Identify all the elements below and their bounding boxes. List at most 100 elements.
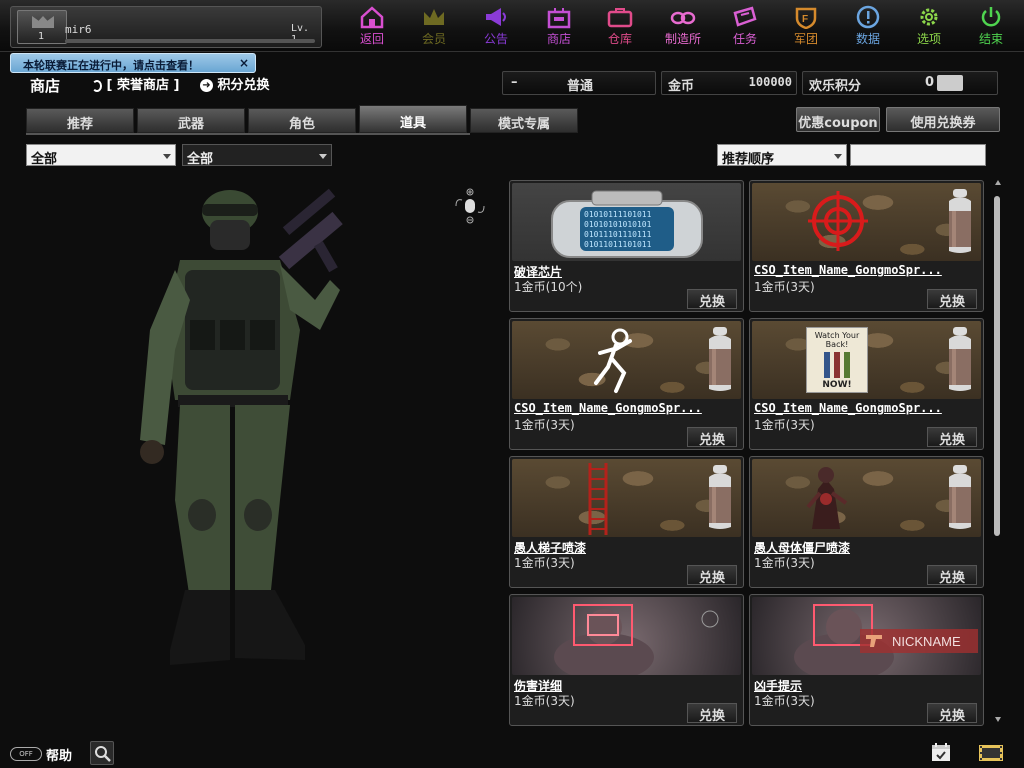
close-icon[interactable]: × — [239, 56, 249, 70]
bottom-bar — [0, 740, 1024, 768]
search-icon[interactable] — [90, 741, 114, 765]
nav-vip[interactable]: 会员 — [405, 5, 463, 49]
nav-notice[interactable]: 公告 — [467, 5, 525, 49]
exchange-button[interactable]: 兑换 — [927, 289, 977, 310]
spray-can-icon — [949, 465, 971, 529]
gear-icon — [916, 5, 942, 29]
points-exchange-link[interactable]: ➜ 积分兑换 — [200, 74, 270, 93]
honor-shop-link[interactable]: [ 荣誉商店 ] — [92, 74, 179, 93]
nav-label: 商店 — [546, 32, 571, 46]
use-voucher-button[interactable]: 使用兑换券 — [886, 107, 1000, 132]
item-card[interactable]: Watch Your Back! NOW! CSO_Item_Name_Gong… — [749, 318, 984, 450]
exchange-button[interactable]: 兑换 — [687, 427, 737, 448]
item-price: 1金币(3天) — [754, 418, 815, 432]
league-notice-tooltip[interactable]: 本轮联赛正在进行中，请点击查看！ × — [10, 53, 256, 73]
fun-points-display: 欢乐积分 0 — [802, 71, 998, 95]
nav-clan[interactable]: F 军团 — [777, 5, 835, 49]
spray-can-icon — [709, 465, 731, 529]
wallet-icon[interactable] — [937, 75, 963, 91]
calendar-icon[interactable] — [930, 741, 952, 763]
nav-data[interactable]: 数据 — [839, 5, 897, 49]
chip-code-line: 01010111101011 — [584, 210, 652, 219]
item-price: 1金币(3天) — [754, 556, 815, 570]
rotate-control-icon[interactable] — [452, 188, 488, 224]
item-name[interactable]: CSO_Item_Name_GongmoSpr... — [754, 401, 979, 415]
search-input[interactable] — [850, 144, 986, 166]
nav-label: 制造所 — [664, 32, 701, 46]
spray-can-icon — [949, 189, 971, 253]
player-profile[interactable]: 1 mir6 Lv. 1 — [10, 6, 322, 48]
nav-label: 仓库 — [607, 32, 632, 46]
tab-0[interactable]: 推荐 — [26, 108, 134, 133]
exchange-button[interactable]: 兑换 — [927, 703, 977, 724]
item-card[interactable]: 愚人梯子喷漆 1金币(3天) 兑换 — [509, 456, 744, 588]
nav-mission[interactable]: 任务 — [716, 5, 774, 49]
exchange-button[interactable]: 兑换 — [687, 565, 737, 586]
coupon-button[interactable]: 优惠coupon — [796, 107, 880, 132]
league-notice-text: 本轮联赛正在进行中，请点击查看！ — [23, 59, 199, 72]
nav-back[interactable]: 返回 — [343, 5, 401, 49]
nav-exit[interactable]: 结束 — [962, 5, 1020, 49]
item-grid-scrollbar[interactable] — [992, 180, 1004, 725]
item-image: NICKNAME — [752, 597, 981, 675]
item-card[interactable]: 愚人母体僵尸喷漆 1金币(3天) 兑换 — [749, 456, 984, 588]
gold-display: 金币 100000 — [661, 71, 797, 95]
spray-can-icon — [949, 327, 971, 391]
tab-3[interactable]: 道具 — [359, 105, 467, 133]
filter-dropdown-2[interactable]: 全部 — [182, 144, 332, 167]
filter-2-value: 全部 — [187, 152, 214, 167]
exchange-button[interactable]: 兑换 — [687, 703, 737, 724]
shop-icon — [546, 5, 572, 29]
character-preview — [130, 180, 390, 670]
crown-icon — [421, 5, 447, 29]
help-label[interactable]: 帮助 — [46, 745, 72, 764]
exchange-button[interactable]: 兑换 — [687, 289, 737, 310]
home-icon — [359, 5, 385, 29]
item-name[interactable]: CSO_Item_Name_GongmoSpr... — [754, 263, 979, 277]
item-name[interactable]: CSO_Item_Name_GongmoSpr... — [514, 401, 739, 415]
tab-1[interactable]: 武器 — [137, 108, 245, 133]
item-price: 1金币(3天) — [754, 694, 815, 708]
item-price: 1金币(10个) — [514, 280, 583, 294]
nav-label: 返回 — [359, 32, 384, 46]
filter-dropdown-1[interactable]: 全部 — [26, 144, 176, 167]
scroll-down-icon[interactable] — [995, 717, 1001, 722]
chevron-down-icon — [319, 154, 327, 159]
help-toggle[interactable]: OFF — [10, 747, 42, 761]
exchange-button[interactable]: 兑换 — [927, 427, 977, 448]
nav-label: 军团 — [793, 32, 818, 46]
power-icon — [978, 5, 1004, 29]
mode-selector[interactable]: – 普通 — [502, 71, 656, 95]
item-card[interactable]: 01010111101011 01010101010101 010111011101… — [509, 180, 744, 312]
chip-code-line: 01011101110111 — [584, 230, 652, 239]
scroll-up-icon[interactable] — [995, 180, 1001, 185]
gold-value: 100000 — [748, 75, 792, 89]
poster-bottom: NOW! — [822, 380, 852, 390]
item-image — [752, 459, 981, 537]
nav-shop[interactable]: 商店 — [530, 5, 588, 49]
tab-2[interactable]: 角色 — [248, 108, 356, 133]
tab-4[interactable]: 模式专属 — [470, 108, 578, 133]
item-card[interactable]: NICKNAME 凶手提示 1金币(3天) 兑换 — [749, 594, 984, 726]
nav-storage[interactable]: 仓库 — [591, 5, 649, 49]
nav-options[interactable]: 选项 — [900, 5, 958, 49]
item-card[interactable]: 伤害详细 1金币(3天) 兑换 — [509, 594, 744, 726]
item-price: 1金币(3天) — [514, 694, 575, 708]
item-card[interactable]: CSO_Item_Name_GongmoSpr... 1金币(3天) 兑换 — [509, 318, 744, 450]
nav-label: 结束 — [978, 32, 1003, 46]
watch-your-back-poster: Watch Your Back! NOW! — [806, 327, 868, 393]
nav-craft[interactable]: 制造所 — [654, 5, 712, 49]
item-card[interactable]: CSO_Item_Name_GongmoSpr... 1金币(3天) 兑换 — [749, 180, 984, 312]
mode-dash: – — [511, 75, 518, 90]
megaphone-icon — [483, 5, 509, 29]
item-image — [512, 597, 741, 675]
avatar-number: 1 — [38, 31, 45, 42]
film-strip-icon[interactable] — [978, 742, 1004, 764]
exchange-button[interactable]: 兑换 — [927, 565, 977, 586]
item-image: Watch Your Back! NOW! — [752, 321, 981, 399]
refresh-arrow-icon — [92, 79, 102, 92]
fun-points-value: 0 — [925, 75, 935, 90]
sort-dropdown[interactable]: 推荐顺序 — [717, 144, 847, 167]
scroll-thumb[interactable] — [994, 196, 1000, 536]
damage-scan-icon — [554, 604, 719, 675]
